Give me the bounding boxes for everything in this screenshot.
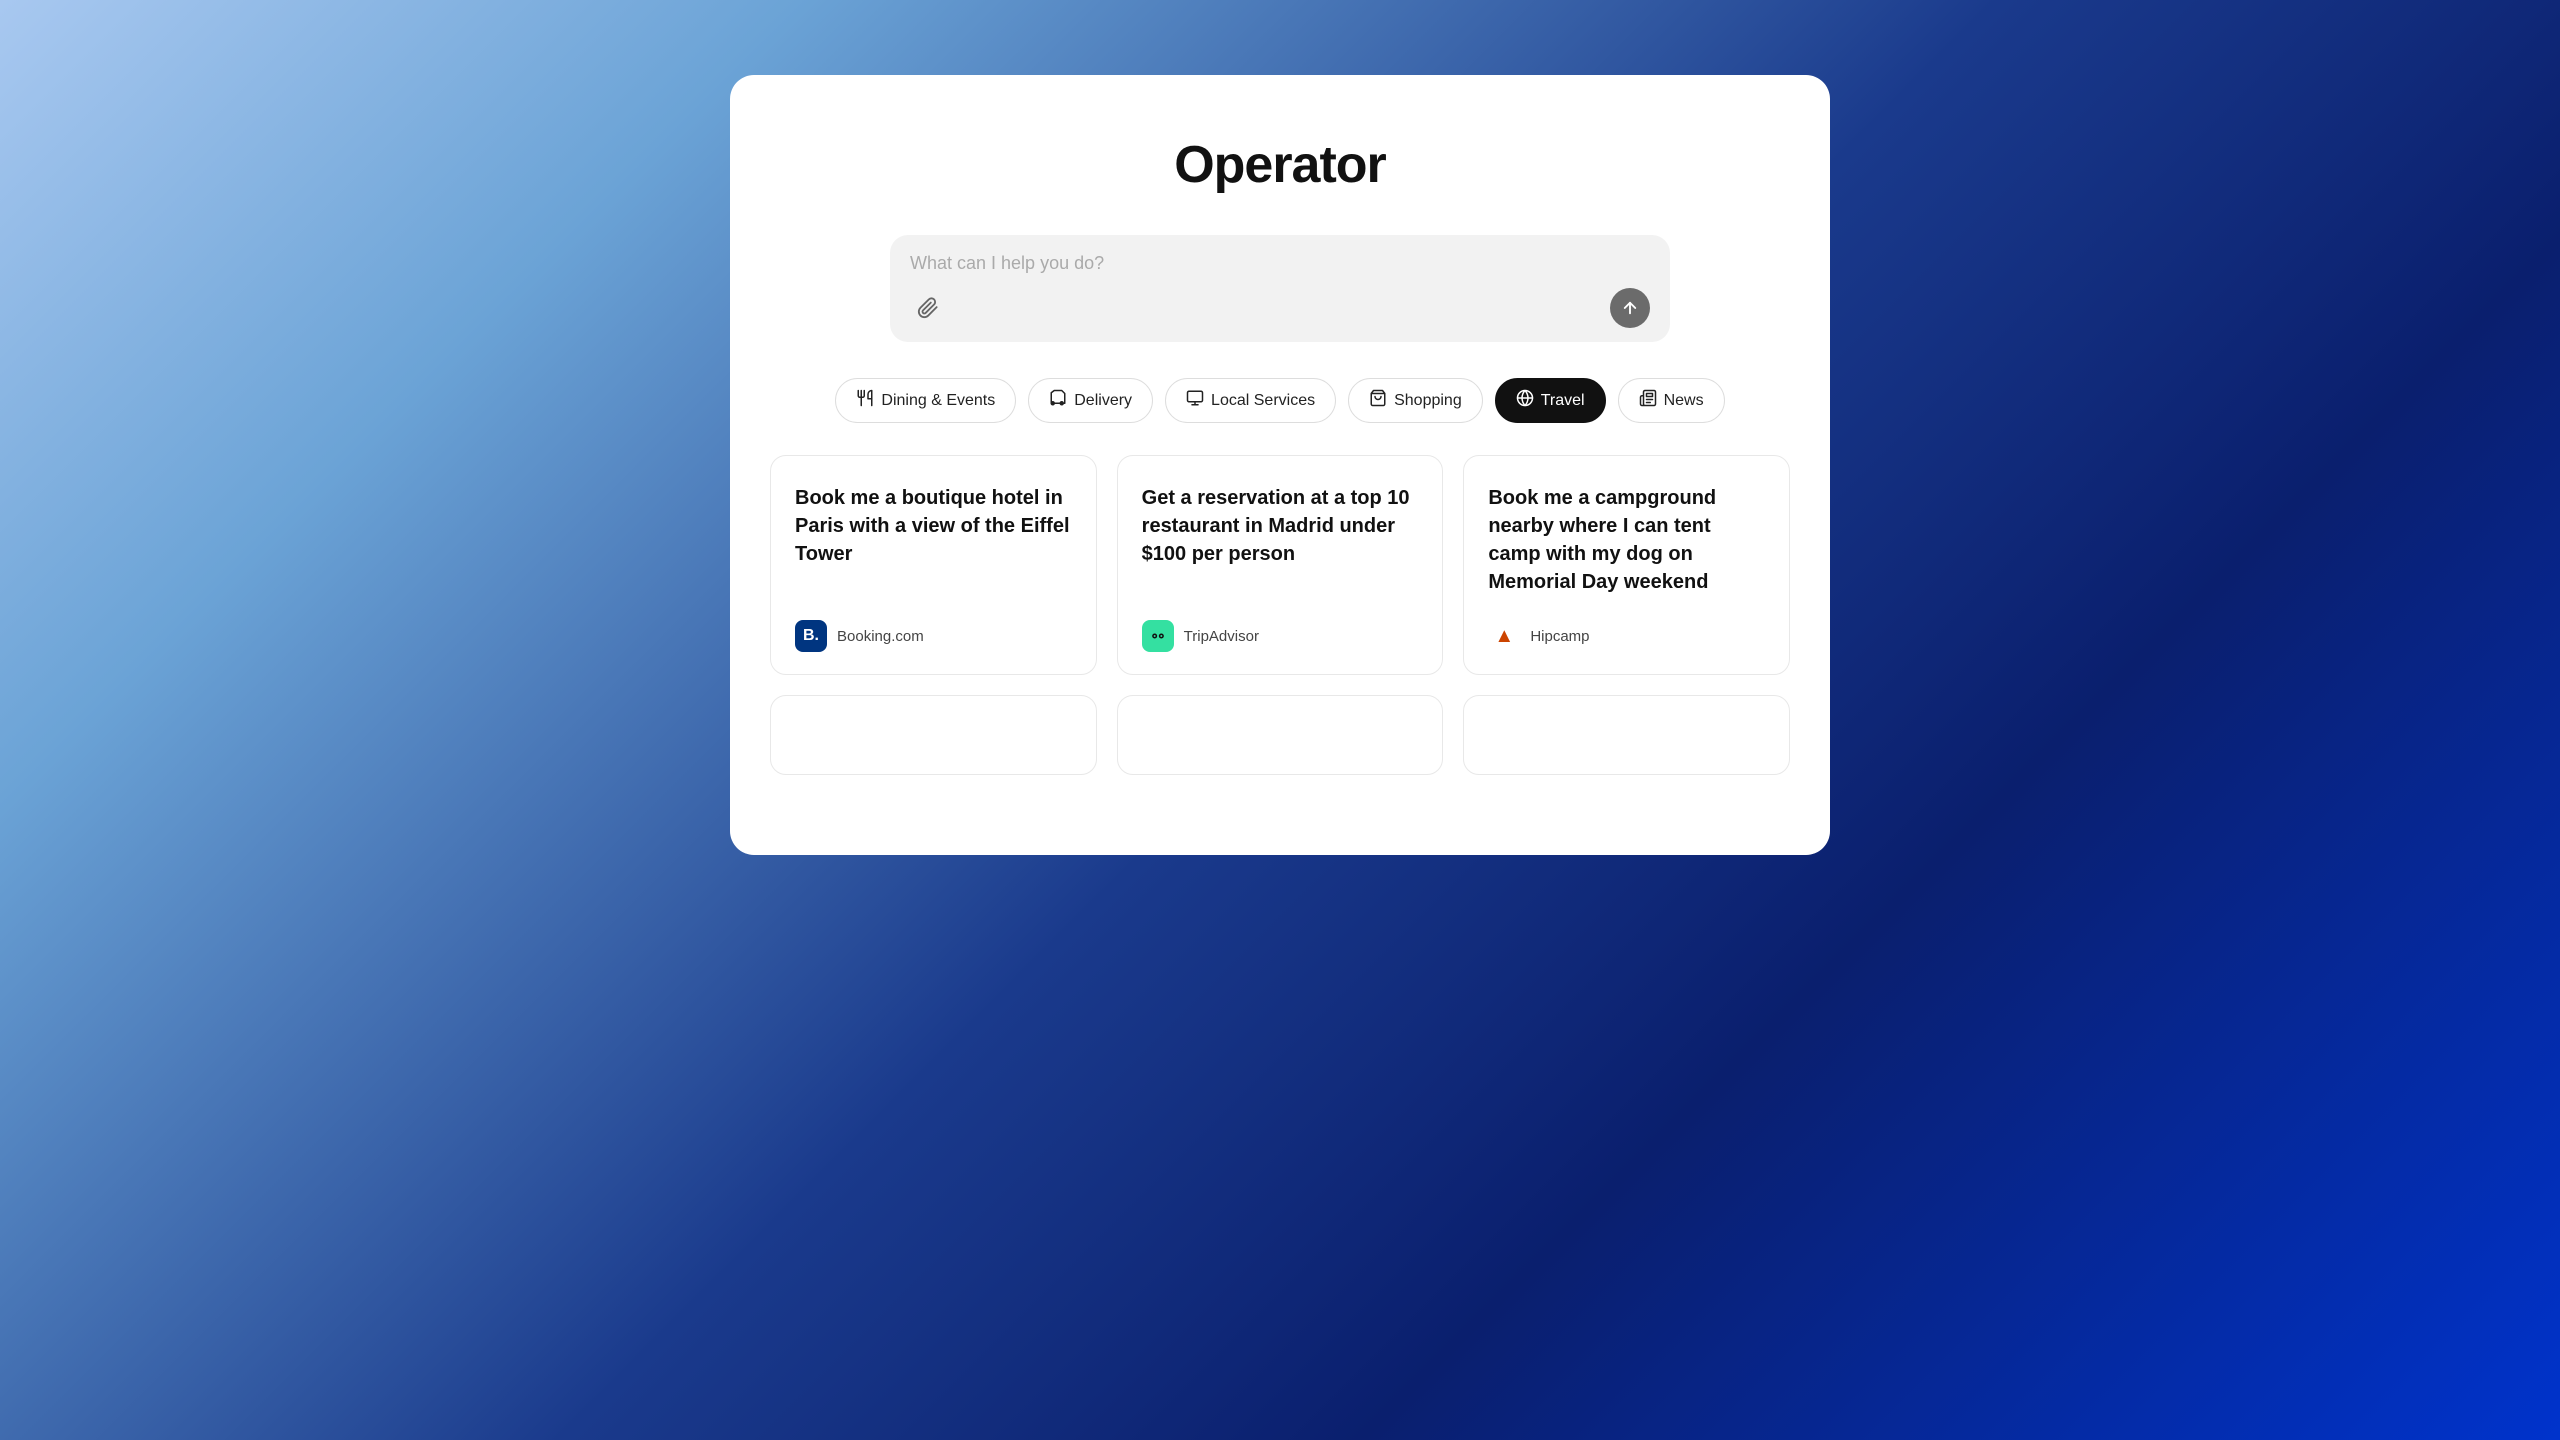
- category-travel[interactable]: Travel: [1495, 378, 1606, 423]
- shopping-icon: [1369, 389, 1387, 412]
- send-icon: [1621, 299, 1639, 317]
- bottom-card-2[interactable]: [1117, 695, 1444, 775]
- tripadvisor-icon: [1148, 626, 1168, 646]
- travel-label: Travel: [1541, 392, 1585, 410]
- category-news[interactable]: News: [1618, 378, 1725, 423]
- hipcamp-logo: ▲: [1488, 620, 1520, 652]
- news-icon: [1639, 389, 1657, 412]
- shopping-label: Shopping: [1394, 392, 1462, 410]
- main-panel: Operator Dining & Events: [730, 75, 1830, 855]
- local-icon: [1186, 389, 1204, 412]
- local-label: Local Services: [1211, 392, 1315, 410]
- dining-icon: [856, 389, 874, 412]
- card3-footer: ▲ Hipcamp: [1488, 620, 1765, 652]
- bottom-cards-row: [770, 695, 1790, 775]
- attach-button[interactable]: [910, 290, 946, 326]
- search-input[interactable]: [910, 253, 1650, 274]
- news-label: News: [1664, 392, 1704, 410]
- travel-icon: [1516, 389, 1534, 412]
- dining-label: Dining & Events: [881, 392, 995, 410]
- bottom-card-3[interactable]: [1463, 695, 1790, 775]
- bottom-card-1[interactable]: [770, 695, 1097, 775]
- card-boutique-hotel[interactable]: Book me a boutique hotel in Paris with a…: [770, 455, 1097, 675]
- delivery-label: Delivery: [1074, 392, 1132, 410]
- search-box: [890, 235, 1670, 342]
- tripadvisor-logo: [1142, 620, 1174, 652]
- card-restaurant-madrid[interactable]: Get a reservation at a top 10 restaurant…: [1117, 455, 1444, 675]
- app-title: Operator: [1174, 135, 1386, 195]
- card-campground[interactable]: Book me a campground nearby where I can …: [1463, 455, 1790, 675]
- card1-footer: B. Booking.com: [795, 620, 1072, 652]
- card3-service: Hipcamp: [1530, 628, 1589, 645]
- card1-service: Booking.com: [837, 628, 924, 645]
- category-local[interactable]: Local Services: [1165, 378, 1336, 423]
- card3-text: Book me a campground nearby where I can …: [1488, 484, 1765, 596]
- card2-service: TripAdvisor: [1184, 628, 1259, 645]
- categories-bar: Dining & Events Delivery Local Services …: [835, 378, 1724, 423]
- card2-footer: TripAdvisor: [1142, 620, 1419, 652]
- category-dining[interactable]: Dining & Events: [835, 378, 1016, 423]
- card2-text: Get a reservation at a top 10 restaurant…: [1142, 484, 1419, 596]
- delivery-icon: [1049, 389, 1067, 412]
- cards-grid: Book me a boutique hotel in Paris with a…: [770, 455, 1790, 675]
- search-footer: [910, 288, 1650, 328]
- send-button[interactable]: [1610, 288, 1650, 328]
- category-shopping[interactable]: Shopping: [1348, 378, 1483, 423]
- card1-text: Book me a boutique hotel in Paris with a…: [795, 484, 1072, 596]
- attach-icon: [917, 297, 939, 319]
- category-delivery[interactable]: Delivery: [1028, 378, 1153, 423]
- booking-logo: B.: [795, 620, 827, 652]
